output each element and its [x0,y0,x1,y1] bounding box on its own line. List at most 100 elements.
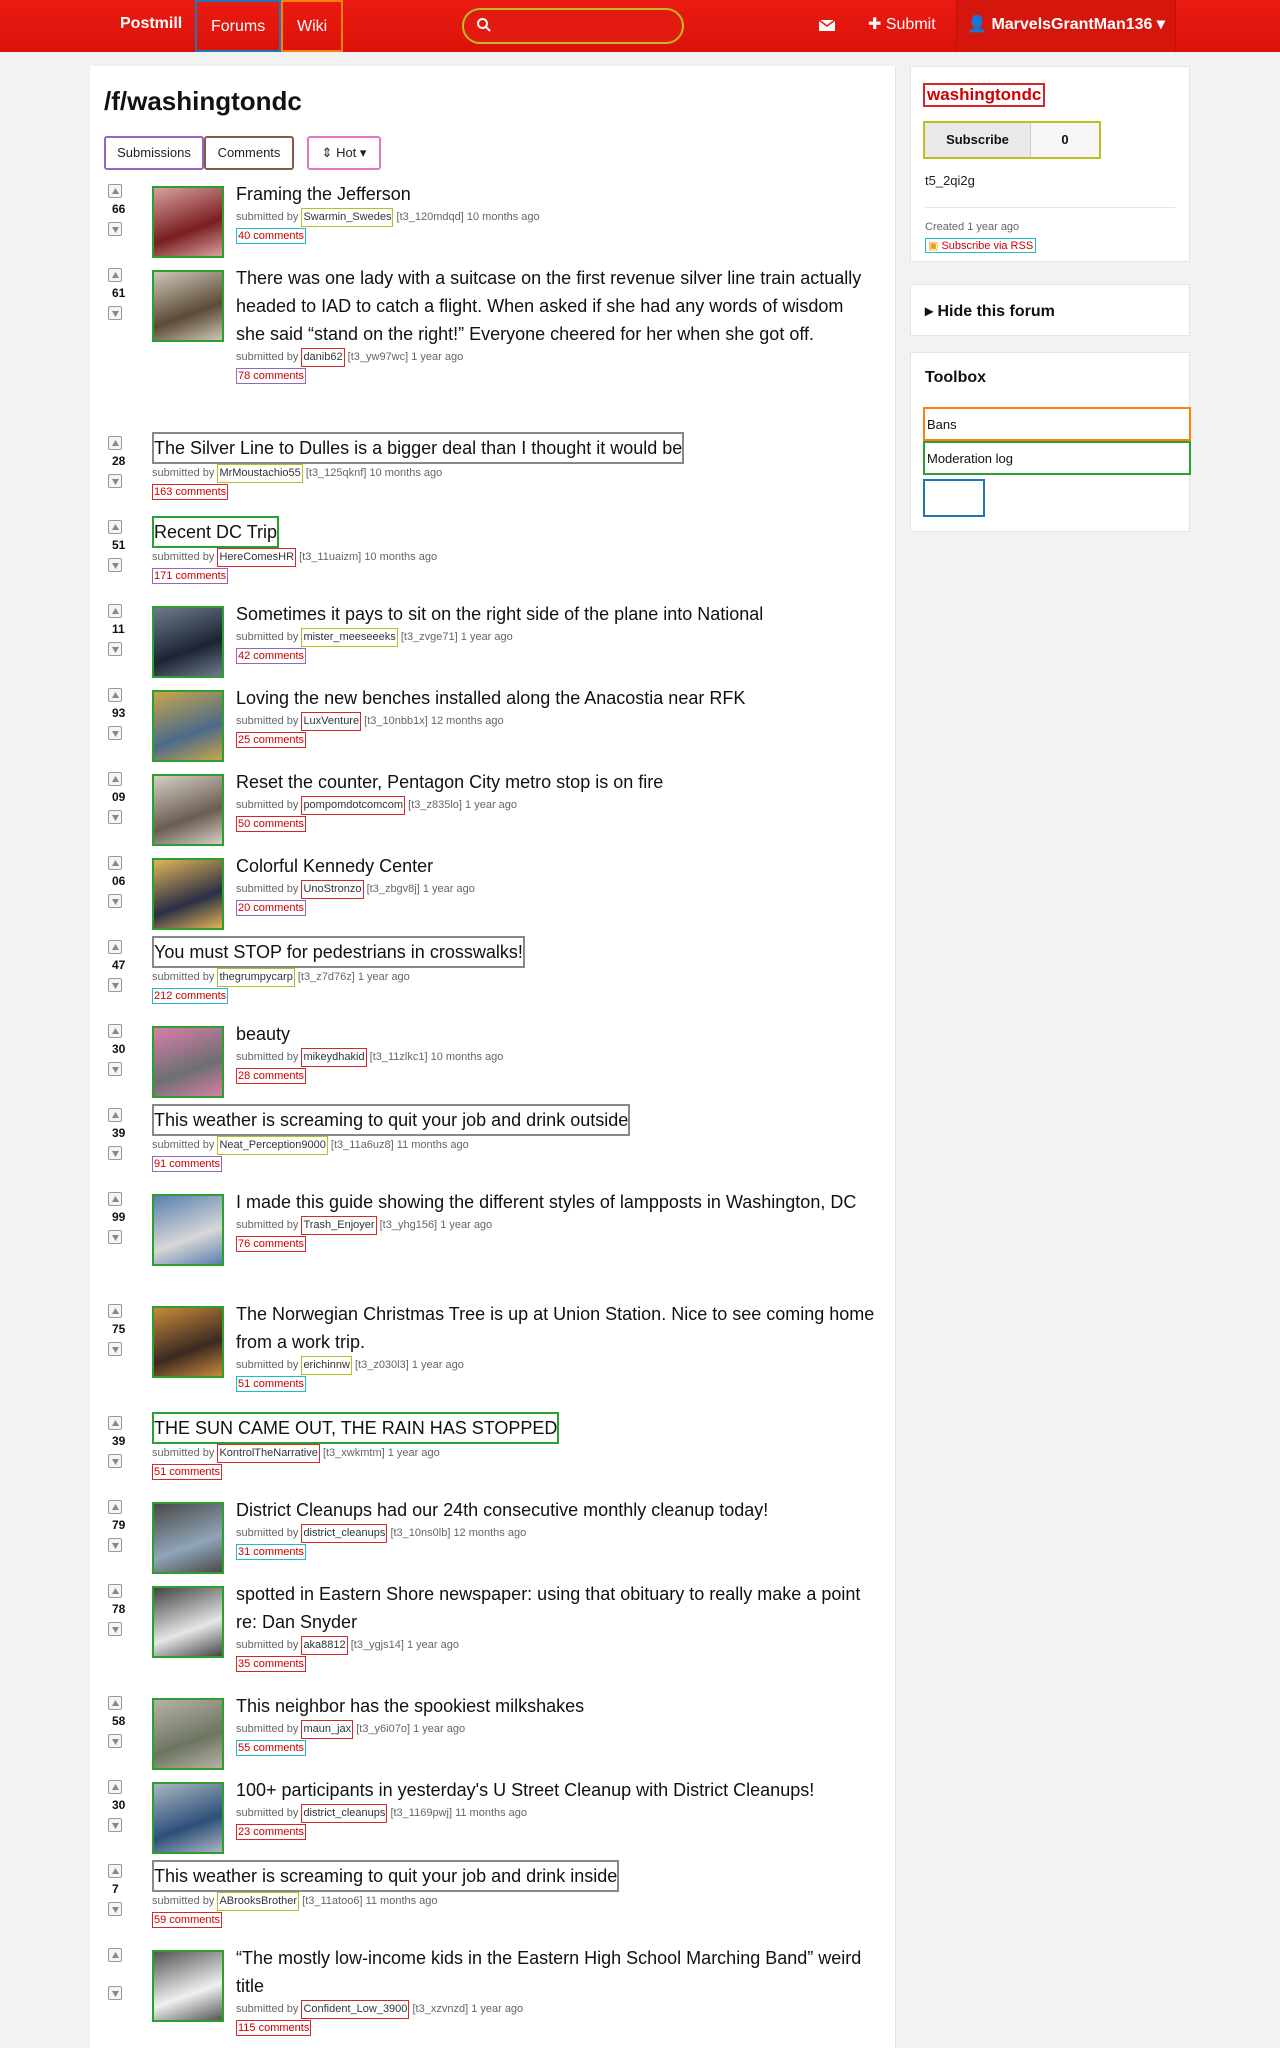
post-title-link[interactable]: Colorful Kennedy Center [236,852,876,880]
post-thumbnail[interactable] [152,1698,224,1770]
post-thumbnail[interactable] [152,1782,224,1854]
post-author-link[interactable]: KontrolTheNarrative [217,1444,320,1463]
tab-submissions[interactable]: Submissions [104,136,204,170]
post-comments-link[interactable]: 91 comments [152,1156,223,1172]
downvote-button[interactable] [108,894,122,908]
brand-link[interactable]: Postmill [120,15,182,33]
post-thumbnail[interactable] [152,690,224,762]
post-thumbnail[interactable] [152,858,224,930]
post-comments-link[interactable]: 78 comments [236,368,307,384]
downvote-button[interactable] [108,1902,122,1916]
post-comments-link[interactable]: 50 comments [236,816,307,832]
post-title-link[interactable]: Recent DC Trip [152,516,280,548]
hide-forum-card[interactable]: ▸ Hide this forum [910,284,1190,336]
post-author-link[interactable]: UnoStronzo [301,880,364,899]
post-thumbnail[interactable] [152,1950,224,2022]
post-title-link[interactable]: There was one lady with a suitcase on th… [236,264,876,348]
search-box[interactable] [462,8,684,44]
post-comments-link[interactable]: 212 comments [152,988,229,1004]
post-author-link[interactable]: LuxVenture [301,712,362,731]
tab-comments[interactable]: Comments [204,136,294,170]
post-title-link[interactable]: This neighbor has the spookiest milkshak… [236,1692,876,1720]
post-thumbnail[interactable] [152,186,224,258]
post-author-link[interactable]: district_cleanups [301,1804,388,1823]
downvote-button[interactable] [108,1342,122,1356]
post-title-link[interactable]: THE SUN CAME OUT, THE RAIN HAS STOPPED [152,1412,560,1444]
post-title-link[interactable]: This weather is screaming to quit your j… [152,1104,631,1136]
upvote-button[interactable] [108,1948,122,1962]
upvote-button[interactable] [108,940,122,954]
post-comments-link[interactable]: 40 comments [236,228,307,244]
upvote-button[interactable] [108,436,122,450]
toolbox-moderation-log-link[interactable]: Moderation log [923,441,1191,475]
post-author-link[interactable]: mister_meeseeeks [301,628,398,647]
upvote-button[interactable] [108,1024,122,1038]
post-title-link[interactable]: beauty [236,1020,876,1048]
post-title-link[interactable]: You must STOP for pedestrians in crosswa… [152,936,525,968]
downvote-button[interactable] [108,1454,122,1468]
upvote-button[interactable] [108,856,122,870]
post-comments-link[interactable]: 115 comments [236,2020,312,2036]
downvote-button[interactable] [108,1818,122,1832]
post-comments-link[interactable]: 171 comments [152,568,229,584]
post-comments-link[interactable]: 76 comments [236,1236,307,1252]
post-author-link[interactable]: Swarmin_Swedes [301,208,394,227]
toolbox-empty-item[interactable] [923,479,985,517]
upvote-button[interactable] [108,184,122,198]
downvote-button[interactable] [108,1062,122,1076]
post-thumbnail[interactable] [152,1502,224,1574]
post-comments-link[interactable]: 23 comments [236,1824,307,1840]
sort-dropdown[interactable]: ⇕ Hot ▾ [307,136,381,170]
post-title-link[interactable]: Reset the counter, Pentagon City metro s… [236,768,876,796]
upvote-button[interactable] [108,1500,122,1514]
upvote-button[interactable] [108,1584,122,1598]
downvote-button[interactable] [108,1538,122,1552]
upvote-button[interactable] [108,1108,122,1122]
downvote-button[interactable] [108,978,122,992]
downvote-button[interactable] [108,558,122,572]
downvote-button[interactable] [108,1146,122,1160]
upvote-button[interactable] [108,772,122,786]
post-title-link[interactable]: District Cleanups had our 24th consecuti… [236,1496,876,1524]
forum-name-link[interactable]: washingtondc [923,83,1046,107]
post-title-link[interactable]: Framing the Jefferson [236,180,876,208]
nav-forums-link[interactable]: Forums [195,0,281,52]
downvote-button[interactable] [108,642,122,656]
post-author-link[interactable]: HereComesHR [217,548,297,567]
post-comments-link[interactable]: 20 comments [236,900,307,916]
downvote-button[interactable] [108,1986,122,2000]
post-author-link[interactable]: district_cleanups [301,1524,388,1543]
nav-wiki-link[interactable]: Wiki [281,0,343,52]
upvote-button[interactable] [108,1864,122,1878]
post-comments-link[interactable]: 31 comments [236,1544,307,1560]
post-thumbnail[interactable] [152,606,224,678]
toolbox-bans-link[interactable]: Bans [923,407,1191,441]
post-thumbnail[interactable] [152,1586,224,1658]
upvote-button[interactable] [108,1304,122,1318]
post-title-link[interactable]: “The mostly low-income kids in the Easte… [236,1944,876,2000]
upvote-button[interactable] [108,1416,122,1430]
upvote-button[interactable] [108,268,122,282]
post-comments-link[interactable]: 51 comments [152,1464,223,1480]
post-thumbnail[interactable] [152,1026,224,1098]
post-author-link[interactable]: danib62 [301,348,345,367]
post-title-link[interactable]: I made this guide showing the different … [236,1188,876,1216]
upvote-button[interactable] [108,688,122,702]
post-author-link[interactable]: Trash_Enjoyer [301,1216,377,1235]
post-comments-link[interactable]: 51 comments [236,1376,307,1392]
submit-button[interactable]: ✚ Submit [868,0,936,52]
post-comments-link[interactable]: 55 comments [236,1740,307,1756]
post-comments-link[interactable]: 59 comments [152,1912,223,1928]
downvote-button[interactable] [108,1230,122,1244]
upvote-button[interactable] [108,1780,122,1794]
rss-link[interactable]: ▣ Subscribe via RSS [925,238,1037,253]
search-input[interactable] [498,14,674,38]
post-comments-link[interactable]: 163 comments [152,484,229,500]
post-author-link[interactable]: erichinnw [301,1356,352,1375]
post-thumbnail[interactable] [152,1306,224,1378]
post-author-link[interactable]: MrMoustachio55 [217,464,303,483]
subscribe-button[interactable]: Subscribe [925,123,1031,157]
post-author-link[interactable]: thegrumpycarp [217,968,295,987]
post-comments-link[interactable]: 25 comments [236,732,307,748]
post-title-link[interactable]: The Norwegian Christmas Tree is up at Un… [236,1300,876,1356]
